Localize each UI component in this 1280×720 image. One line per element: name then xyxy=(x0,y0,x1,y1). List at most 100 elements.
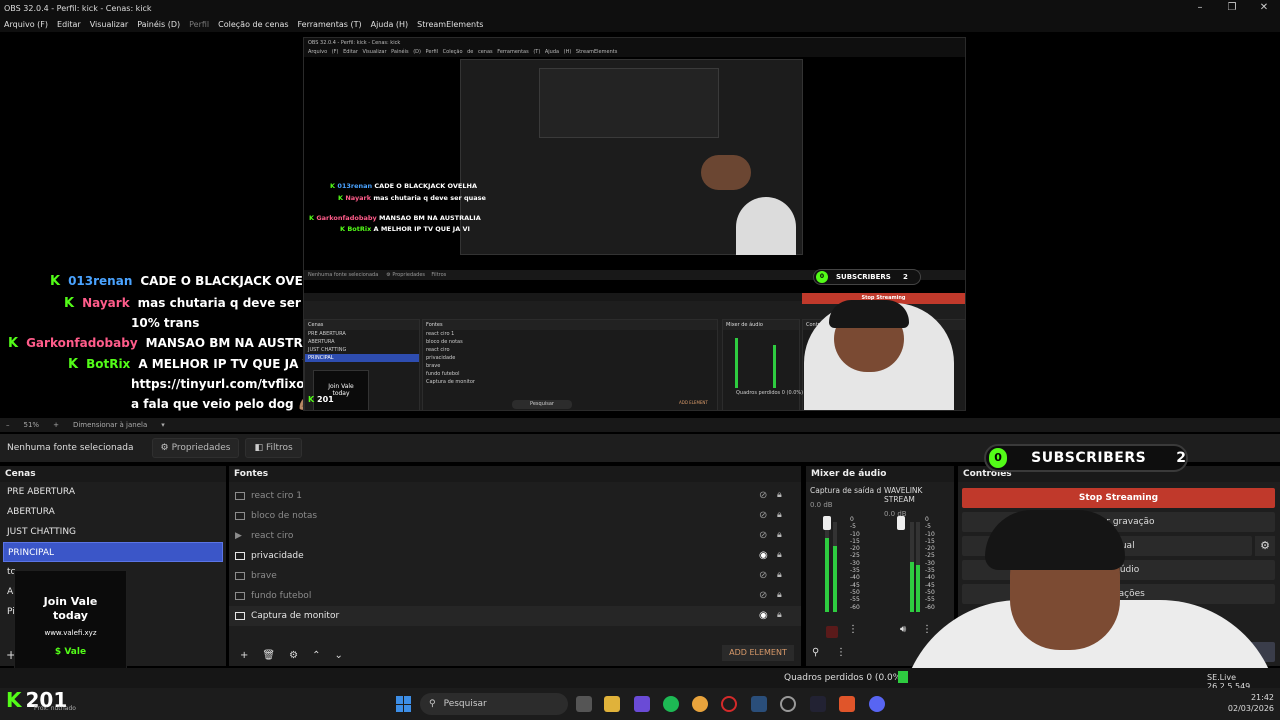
preview-toolbar: – 51% + Dimensionar à janela ▾ xyxy=(0,418,1280,432)
link-icon[interactable]: ⚲ xyxy=(812,647,819,658)
trash-icon[interactable]: 🗑︎ xyxy=(262,650,275,661)
speaker-icon[interactable]: 🔊︎ xyxy=(900,624,906,635)
eye-slash-icon[interactable]: ⊘ xyxy=(759,510,767,521)
task-view-icon[interactable] xyxy=(576,696,592,712)
meter-tick: -10 xyxy=(850,530,860,538)
zoom-out-button[interactable]: – xyxy=(6,421,10,429)
volume-fader[interactable] xyxy=(897,516,905,530)
arrow-app-icon[interactable] xyxy=(810,696,826,712)
meter-tick: -35 xyxy=(850,567,860,575)
source-item[interactable]: brave ⊘ 🔒︎ xyxy=(229,566,801,586)
fit-to-window[interactable]: Dimensionar à janela xyxy=(73,421,147,429)
source-item[interactable]: privacidade ◉ 🔒︎ xyxy=(229,546,801,566)
filters-button[interactable]: ◧ Filtros xyxy=(245,438,302,458)
scene-item[interactable]: JUST CHATTING xyxy=(0,522,226,542)
source-item[interactable]: fundo futebol ⊘ 🔒︎ xyxy=(229,586,801,606)
nested-preview: K 013renan CADE O BLACKJACK OVELHA K Nay… xyxy=(304,57,965,293)
lock-icon[interactable]: 🔒︎ xyxy=(777,610,782,620)
scene-item[interactable]: PRE ABERTURA xyxy=(0,482,226,502)
meter-tick: -40 xyxy=(850,574,860,582)
eye-slash-icon[interactable]: ⊘ xyxy=(759,530,767,541)
kick-icon: K xyxy=(68,357,79,372)
subscribers-badge: 0 SUBSCRIBERS 2 xyxy=(984,444,1188,472)
source-item[interactable]: bloco de notas ⊘ 🔒︎ xyxy=(229,506,801,526)
menu-tools[interactable]: Ferramentas (T) xyxy=(298,20,362,29)
brave-icon[interactable] xyxy=(839,696,855,712)
menu-file[interactable]: Arquivo (F) xyxy=(4,20,48,29)
subscribers-zero: 0 xyxy=(989,448,1008,468)
taskbar-clock[interactable]: 21:42 02/03/2026 xyxy=(1228,692,1274,714)
meter-tick: -20 xyxy=(850,545,860,553)
nested-chat-line: K Garkonfadobaby MANSAO BM NA AUSTRALIA xyxy=(309,214,481,222)
nested-sources-panel: Fontes react ciro 1 bloco de notas react… xyxy=(422,319,718,410)
menu-profile[interactable]: Perfil xyxy=(189,20,209,29)
kebab-menu-icon[interactable]: ⋮ xyxy=(836,647,846,658)
lock-icon[interactable]: 🔒︎ xyxy=(777,550,782,560)
lock-icon[interactable]: 🔒︎ xyxy=(777,510,782,520)
channel-name: WAVELINK STREAM xyxy=(884,486,923,504)
nested-mixer-panel: Mixer de áudio xyxy=(722,319,800,410)
gear-icon[interactable]: ⚙ xyxy=(289,650,298,661)
close-button[interactable]: ✕ xyxy=(1248,0,1280,16)
minimize-button[interactable]: – xyxy=(1184,0,1216,16)
obs-icon[interactable] xyxy=(780,696,796,712)
chevron-down-icon[interactable]: ▾ xyxy=(161,421,165,429)
source-item[interactable]: ▶ react ciro ⊘ 🔒︎ xyxy=(229,526,801,546)
menu-streamelements[interactable]: StreamElements xyxy=(417,20,483,29)
lock-icon[interactable]: 🔒︎ xyxy=(777,490,782,500)
gear-icon: ⚙ xyxy=(160,443,169,453)
menu-docks[interactable]: Painéis (D) xyxy=(137,20,180,29)
eye-icon[interactable]: ◉ xyxy=(759,550,768,561)
scene-item-selected[interactable]: PRINCIPAL xyxy=(3,542,223,562)
move-down-button[interactable]: ⌄ xyxy=(334,650,342,661)
chat-username: Nayark xyxy=(82,296,130,310)
meter-tick: -55 xyxy=(925,596,935,604)
discord-icon[interactable] xyxy=(869,696,885,712)
spotify-icon[interactable] xyxy=(663,696,679,712)
add-source-button[interactable]: + xyxy=(240,650,248,661)
app-grid-icon[interactable] xyxy=(634,696,650,712)
maximize-button[interactable]: ❐ xyxy=(1216,0,1248,16)
menu-help[interactable]: Ajuda (H) xyxy=(371,20,409,29)
meter-tick: -60 xyxy=(850,603,860,611)
lock-icon[interactable]: 🔒︎ xyxy=(777,590,782,600)
chat-username: BotRix xyxy=(86,357,131,371)
lock-icon[interactable]: 🔒︎ xyxy=(777,570,782,580)
menu-view[interactable]: Visualizar xyxy=(90,20,129,29)
properties-button[interactable]: ⚙ Propriedades xyxy=(151,438,240,458)
nested-vale-ad: Join Vale today xyxy=(313,370,369,410)
gear-icon[interactable]: ⚙ xyxy=(1255,536,1275,556)
scene-item[interactable]: ABERTURA xyxy=(0,502,226,522)
nested-subscribers-badge: SUBSCRIBERS 2 xyxy=(813,269,921,285)
lock-icon[interactable]: 🔒︎ xyxy=(777,530,782,540)
vale-url: www.valefi.xyz xyxy=(44,629,97,637)
eye-slash-icon[interactable]: ⊘ xyxy=(759,590,767,601)
kebab-menu-icon[interactable]: ⋮ xyxy=(848,624,858,635)
eye-slash-icon[interactable]: ⊘ xyxy=(759,570,767,581)
menu-edit[interactable]: Editar xyxy=(57,20,81,29)
move-up-button[interactable]: ⌃ xyxy=(312,650,320,661)
filters-label: Filtros xyxy=(266,443,293,453)
menu-scene-collection[interactable]: Coleção de cenas xyxy=(218,20,288,29)
eye-icon[interactable]: ◉ xyxy=(759,610,768,621)
chat-text: A MELHOR IP TV QUE JA VI xyxy=(138,357,317,371)
windows-start-icon[interactable] xyxy=(396,696,412,712)
opera-icon[interactable] xyxy=(721,696,737,712)
taskbar-search[interactable]: ⚲ Pesquisar xyxy=(420,693,568,715)
search-placeholder: Pesquisar xyxy=(443,699,487,709)
chat-text: a fala que veio pelo dog 💪🏽 xyxy=(131,397,313,411)
steam-icon[interactable] xyxy=(751,696,767,712)
eye-slash-icon[interactable]: ⊘ xyxy=(759,490,767,501)
source-item[interactable]: Captura de monitor ◉ 🔒︎ xyxy=(229,606,801,626)
volume-fader[interactable] xyxy=(823,516,831,530)
source-item[interactable]: react ciro 1 ⊘ 🔒︎ xyxy=(229,486,801,506)
add-element-button[interactable]: ADD ELEMENT xyxy=(722,645,794,661)
folder-icon[interactable] xyxy=(604,696,620,712)
zoom-in-button[interactable]: + xyxy=(53,421,59,429)
nested-inner-person xyxy=(701,155,751,190)
chrome-icon[interactable] xyxy=(692,696,708,712)
mute-button[interactable] xyxy=(826,626,838,638)
stop-streaming-button[interactable]: Stop Streaming xyxy=(962,488,1275,508)
kick-counter: K 201 Prox. nutriado xyxy=(6,688,76,712)
kebab-menu-icon[interactable]: ⋮ xyxy=(922,624,932,635)
